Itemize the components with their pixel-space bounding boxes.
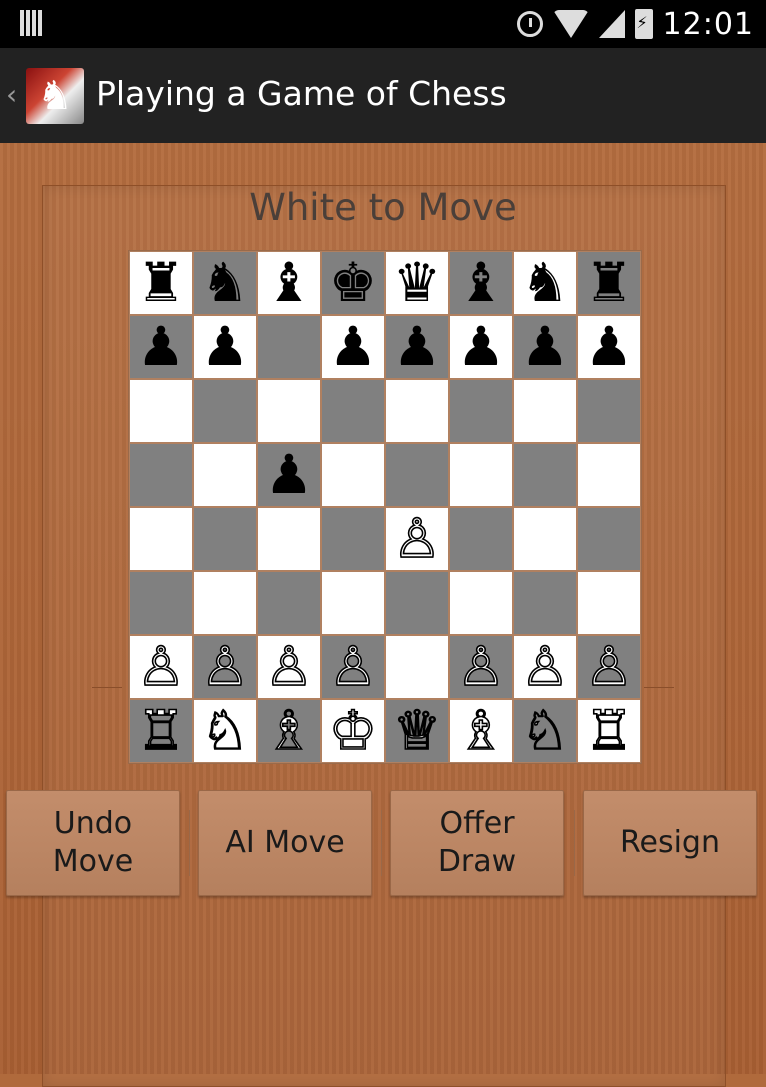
black-pawn-piece[interactable]: ♟ [385, 315, 449, 379]
black-pawn-piece[interactable]: ♟ [449, 315, 513, 379]
square-d5[interactable] [385, 443, 449, 507]
button-row: Undo Move AI Move Offer Draw Resign [0, 790, 766, 898]
square-b6[interactable] [513, 379, 577, 443]
ai-move-label: AI Move [225, 825, 345, 860]
chess-board[interactable]: ♜ ♞ ♝ ♚ ♛ ♝ ♞ ♜ ♟ ♟ ♟ ♟ ♟ ♟ ♟ ♟ ♙ ♙ ♙ ♙ ♙ ♙ ♙ ♙ ♖ ♘ ♗ ♔ ♕ ♗ ♘ ♖ [129, 251, 641, 763]
white-bishop-piece[interactable]: ♗ [449, 699, 513, 763]
black-bishop-piece[interactable]: ♝ [257, 251, 321, 315]
black-rook-piece[interactable]: ♜ [129, 251, 193, 315]
chevron-left-icon[interactable]: ‹ [6, 78, 17, 111]
alarm-icon [516, 11, 543, 37]
resign-label: Resign [620, 825, 720, 860]
black-pawn-piece[interactable]: ♟ [193, 315, 257, 379]
square-h5[interactable] [129, 443, 193, 507]
square-d3[interactable] [385, 571, 449, 635]
square-f4[interactable] [257, 507, 321, 571]
undo-move-label: Undo Move [52, 806, 134, 879]
ai-move-button[interactable]: AI Move [198, 790, 372, 896]
offer-draw-label: Offer Draw [437, 806, 517, 879]
white-knight-piece[interactable]: ♘ [513, 699, 577, 763]
square-e5[interactable] [321, 443, 385, 507]
white-rook-piece[interactable]: ♖ [577, 699, 641, 763]
status-time: 12:01 [662, 6, 754, 42]
white-rook-piece[interactable]: ♖ [129, 699, 193, 763]
signal-icon [598, 10, 625, 38]
white-pawn-piece[interactable]: ♙ [321, 635, 385, 699]
chess-knight-logo-icon[interactable]: ♞ [26, 68, 84, 124]
square-g5[interactable] [193, 443, 257, 507]
square-c3[interactable] [449, 571, 513, 635]
divider-right [644, 687, 674, 688]
black-bishop-piece[interactable]: ♝ [449, 251, 513, 315]
square-e4[interactable] [321, 507, 385, 571]
status-bar: 12:01 [0, 0, 766, 48]
square-a4[interactable] [577, 507, 641, 571]
white-pawn-piece[interactable]: ♙ [577, 635, 641, 699]
black-queen-piece[interactable]: ♛ [385, 251, 449, 315]
white-pawn-piece[interactable]: ♙ [449, 635, 513, 699]
resign-button[interactable]: Resign [583, 790, 757, 896]
square-a5[interactable] [577, 443, 641, 507]
square-c4[interactable] [449, 507, 513, 571]
undo-move-button[interactable]: Undo Move [6, 790, 180, 896]
white-bishop-piece[interactable]: ♗ [257, 699, 321, 763]
square-a3[interactable] [577, 571, 641, 635]
square-a6[interactable] [577, 379, 641, 443]
black-pawn-piece[interactable]: ♟ [129, 315, 193, 379]
square-g6[interactable] [193, 379, 257, 443]
notifications-icon [20, 10, 46, 36]
black-king-piece[interactable]: ♚ [321, 251, 385, 315]
white-pawn-piece[interactable]: ♙ [257, 635, 321, 699]
square-g4[interactable] [193, 507, 257, 571]
square-c5[interactable] [449, 443, 513, 507]
square-f3[interactable] [257, 571, 321, 635]
white-king-piece[interactable]: ♔ [321, 699, 385, 763]
square-f6[interactable] [257, 379, 321, 443]
button-divider [189, 810, 190, 876]
battery-charging-icon [634, 9, 653, 39]
turn-indicator: White to Move [249, 186, 517, 229]
square-h6[interactable] [129, 379, 193, 443]
square-h3[interactable] [129, 571, 193, 635]
square-c6[interactable] [449, 379, 513, 443]
black-pawn-piece[interactable]: ♟ [577, 315, 641, 379]
black-pawn-piece[interactable]: ♟ [321, 315, 385, 379]
black-knight-piece[interactable]: ♞ [193, 251, 257, 315]
white-pawn-piece[interactable]: ♙ [385, 507, 449, 571]
square-b5[interactable] [513, 443, 577, 507]
black-rook-piece[interactable]: ♜ [577, 251, 641, 315]
white-pawn-piece[interactable]: ♙ [129, 635, 193, 699]
black-knight-piece[interactable]: ♞ [513, 251, 577, 315]
white-pawn-piece[interactable]: ♙ [193, 635, 257, 699]
square-b3[interactable] [513, 571, 577, 635]
page-title: Playing a Game of Chess [96, 74, 507, 113]
white-knight-piece[interactable]: ♘ [193, 699, 257, 763]
square-d6[interactable] [385, 379, 449, 443]
black-pawn-piece[interactable]: ♟ [513, 315, 577, 379]
wifi-icon [552, 10, 589, 38]
black-pawn-piece[interactable]: ♟ [257, 443, 321, 507]
action-bar: ‹ ♞ Playing a Game of Chess [0, 48, 766, 145]
square-e6[interactable] [321, 379, 385, 443]
white-queen-piece[interactable]: ♕ [385, 699, 449, 763]
divider-left [92, 687, 122, 688]
square-d2[interactable] [385, 635, 449, 699]
button-divider [381, 810, 382, 876]
square-e3[interactable] [321, 571, 385, 635]
square-g3[interactable] [193, 571, 257, 635]
button-divider [574, 810, 575, 876]
white-pawn-piece[interactable]: ♙ [513, 635, 577, 699]
square-f7[interactable] [257, 315, 321, 379]
square-b4[interactable] [513, 507, 577, 571]
square-h4[interactable] [129, 507, 193, 571]
offer-draw-button[interactable]: Offer Draw [390, 790, 564, 896]
